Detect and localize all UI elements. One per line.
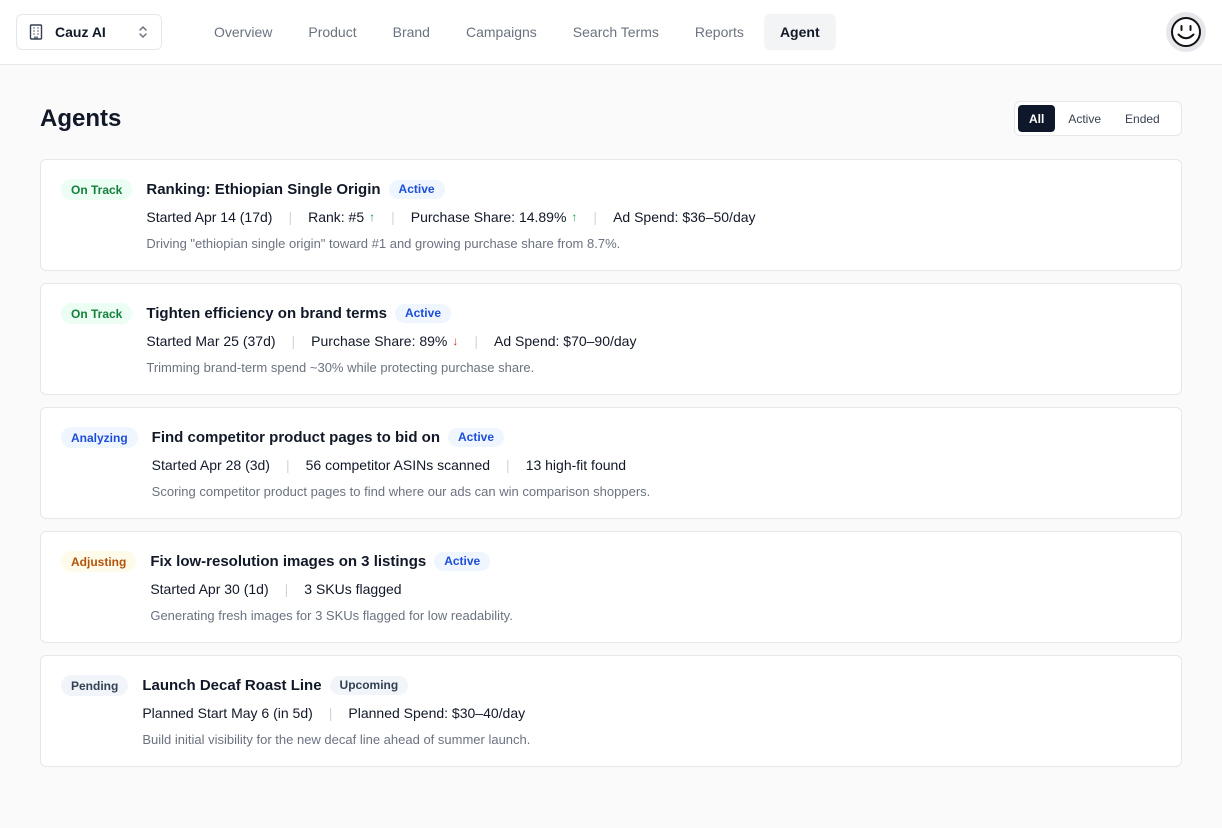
agent-description: Generating fresh images for 3 SKUs flagg… — [150, 608, 513, 623]
agent-card-body: Ranking: Ethiopian Single Origin Active St… — [146, 179, 756, 270]
agent-title-row: Fix low-resolution images on 3 listings A… — [150, 551, 513, 571]
agent-meta-row: Started Apr 30 (1d) | 3 SKUs flagged — [150, 580, 513, 598]
agent-card[interactable]: Adjusting Fix low-resolution images on 3 … — [40, 531, 1182, 643]
avatar[interactable] — [1166, 12, 1206, 52]
smiley-face-icon — [1171, 17, 1201, 47]
agent-title-row: Ranking: Ethiopian Single Origin Active — [146, 179, 755, 199]
agent-meta-row: Started Mar 25 (37d) | Purchase Share: 89%… — [146, 332, 636, 350]
agent-meta-item: Started Apr 14 (17d) — [146, 209, 273, 225]
meta-divider: | — [506, 457, 510, 473]
agent-card-body: Tighten efficiency on brand terms Active S… — [146, 303, 636, 394]
nav-tab-brand[interactable]: Brand — [377, 14, 446, 50]
agent-title: Launch Decaf Roast Line — [142, 676, 322, 694]
agent-meta-item: Ad Spend: $36–50/day — [613, 209, 756, 225]
agent-description: Trimming brand-term spend ~30% while pro… — [146, 360, 535, 375]
status-badge: On Track — [61, 303, 133, 324]
meta-divider: | — [291, 333, 296, 349]
nav-tab-campaigns[interactable]: Campaigns — [450, 14, 553, 50]
meta-divider: | — [474, 333, 479, 349]
agent-description: Build initial visibility for the new dec… — [142, 732, 531, 747]
agent-card[interactable]: On Track Ranking: Ethiopian Single Origin… — [40, 159, 1182, 271]
agent-title-row: Find competitor product pages to bid on A… — [151, 427, 651, 447]
status-badge: Analyzing — [61, 427, 138, 448]
agent-title: Tighten efficiency on brand terms — [146, 304, 387, 322]
meta-divider: | — [391, 209, 395, 225]
agent-title: Ranking: Ethiopian Single Origin — [146, 180, 381, 198]
nav-tab-reports[interactable]: Reports — [679, 14, 760, 50]
agent-meta-item: Started Apr 28 (3d) — [151, 457, 270, 473]
agent-meta-item: Purchase Share: 14.89% — [410, 209, 567, 225]
chevron-up-down-icon — [137, 24, 149, 40]
nav-tab-agent[interactable]: Agent — [763, 14, 836, 50]
filter-active-button[interactable]: Active — [1057, 105, 1112, 132]
state-badge: Active — [388, 179, 445, 199]
meta-divider: | — [593, 209, 598, 225]
nav-tab-search-terms[interactable]: Search Terms — [557, 14, 675, 50]
agent-card-body: Launch Decaf Roast Line Upcoming Planned S… — [142, 675, 531, 766]
agent-title-row: Tighten efficiency on brand terms Active — [146, 303, 636, 323]
agent-meta-row: Started Apr 28 (3d) | 56 competitor ASINs … — [152, 456, 651, 474]
org-name: Cauz AI — [55, 24, 106, 40]
agent-title-row: Launch Decaf Roast Line Upcoming — [142, 675, 530, 695]
agent-meta-row: Started Apr 14 (17d) | Rank: #5 ↑ | Purchase … — [146, 208, 755, 226]
state-badge: Active — [434, 551, 491, 571]
agent-card[interactable]: On Track Tighten efficiency on brand term… — [40, 283, 1182, 395]
page-title: Agents — [40, 105, 122, 132]
meta-divider: | — [328, 705, 333, 721]
filter-ended-button[interactable]: Ended — [1114, 105, 1171, 132]
status-badge: Pending — [61, 675, 129, 696]
agent-meta-item: 13 high-fit found — [525, 457, 627, 473]
status-badge: Adjusting — [61, 551, 137, 572]
agent-title: Fix low-resolution images on 3 listings — [150, 552, 427, 570]
trend-down-icon: ↓ — [452, 334, 459, 348]
nav-tab-overview[interactable]: Overview — [198, 14, 288, 50]
agent-title: Find competitor product pages to bid on — [151, 428, 440, 446]
meta-divider: | — [285, 457, 290, 473]
status-filter: All Active Ended — [1014, 101, 1182, 136]
agent-meta-item: Planned Spend: $30–40/day — [348, 705, 526, 721]
org-switcher[interactable]: Cauz AI — [16, 14, 162, 50]
top-navigation-bar: Cauz AI Overview Product Brand Campaigns Sea… — [0, 0, 1222, 65]
agent-card[interactable]: Pending Launch Decaf Roast Line Upcoming Pl… — [40, 655, 1182, 767]
agent-meta-item: Planned Start May 6 (in 5d) — [142, 705, 313, 721]
agent-description: Driving "ethiopian single origin" toward… — [146, 236, 621, 251]
agent-meta-item: Started Mar 25 (37d) — [146, 333, 276, 349]
status-badge: On Track — [61, 179, 133, 200]
nav-tab-product[interactable]: Product — [292, 14, 372, 50]
state-badge: Active — [448, 427, 505, 447]
agent-meta-item: Purchase Share: 89% — [311, 333, 448, 349]
meta-divider: | — [288, 209, 293, 225]
agent-card-body: Fix low-resolution images on 3 listings A… — [150, 551, 513, 642]
agent-meta-item: Ad Spend: $70–90/day — [494, 333, 637, 349]
trend-up-icon: ↑ — [571, 210, 578, 224]
filter-all-button[interactable]: All — [1018, 105, 1056, 132]
agent-card[interactable]: Analyzing Find competitor product pages t… — [40, 407, 1182, 519]
main-nav: Overview Product Brand Campaigns Search Term… — [198, 14, 836, 50]
agent-meta-item: Rank: #5 — [308, 209, 365, 225]
agent-card-body: Find competitor product pages to bid on A… — [151, 427, 651, 518]
building-icon — [29, 24, 43, 40]
agent-description: Scoring competitor product pages to find… — [151, 484, 651, 499]
agent-meta-row: Planned Start May 6 (in 5d) | Planned Spen… — [142, 704, 530, 722]
agent-meta-item: 3 SKUs flagged — [304, 581, 402, 597]
trend-up-icon: ↑ — [369, 210, 376, 224]
agent-meta-item: 56 competitor ASINs scanned — [305, 457, 491, 473]
state-badge: Active — [394, 303, 451, 323]
agent-meta-item: Started Apr 30 (1d) — [150, 581, 269, 597]
state-badge: Upcoming — [329, 675, 409, 695]
meta-divider: | — [284, 581, 289, 597]
